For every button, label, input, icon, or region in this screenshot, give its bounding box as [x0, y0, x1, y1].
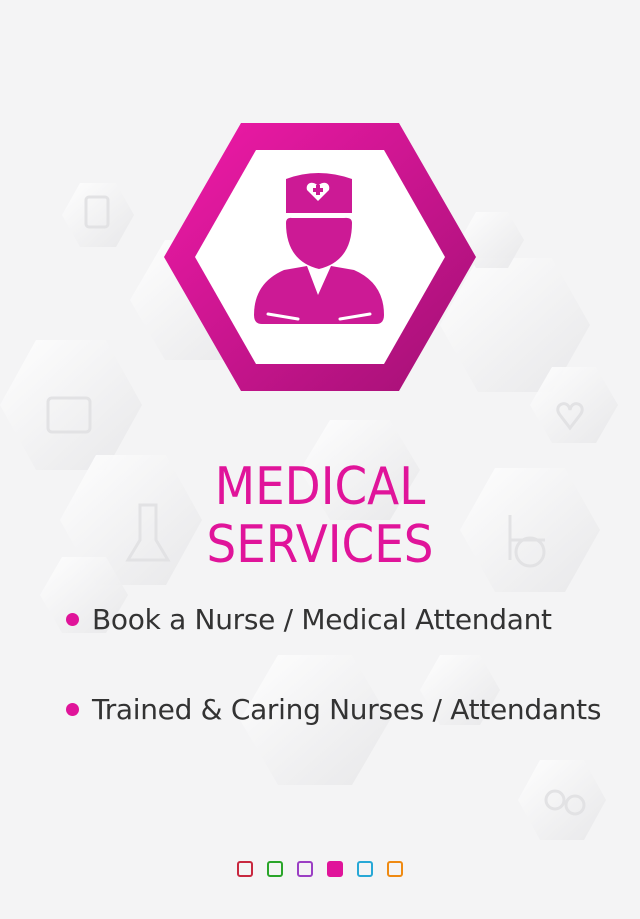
nurse-emblem	[164, 123, 476, 391]
bullet-icon	[66, 703, 79, 716]
page-dot-6[interactable]	[387, 861, 403, 877]
page-title-line2: SERVICES	[206, 515, 434, 575]
feature-text: Trained & Caring Nurses / Attendants	[92, 693, 602, 726]
page-dot-3[interactable]	[297, 861, 313, 877]
page-indicator	[0, 861, 640, 877]
feature-text: Book a Nurse / Medical Attendant	[92, 603, 552, 636]
page-dot-2[interactable]	[267, 861, 283, 877]
feature-item: Book a Nurse / Medical Attendant	[66, 603, 552, 636]
feature-item: Trained & Caring Nurses / Attendants	[66, 693, 601, 726]
page-dot-1[interactable]	[237, 861, 253, 877]
page-title-line1: MEDICAL	[214, 457, 426, 517]
bullet-icon	[66, 613, 79, 626]
page-dot-5[interactable]	[357, 861, 373, 877]
page-dot-4[interactable]	[327, 861, 343, 877]
